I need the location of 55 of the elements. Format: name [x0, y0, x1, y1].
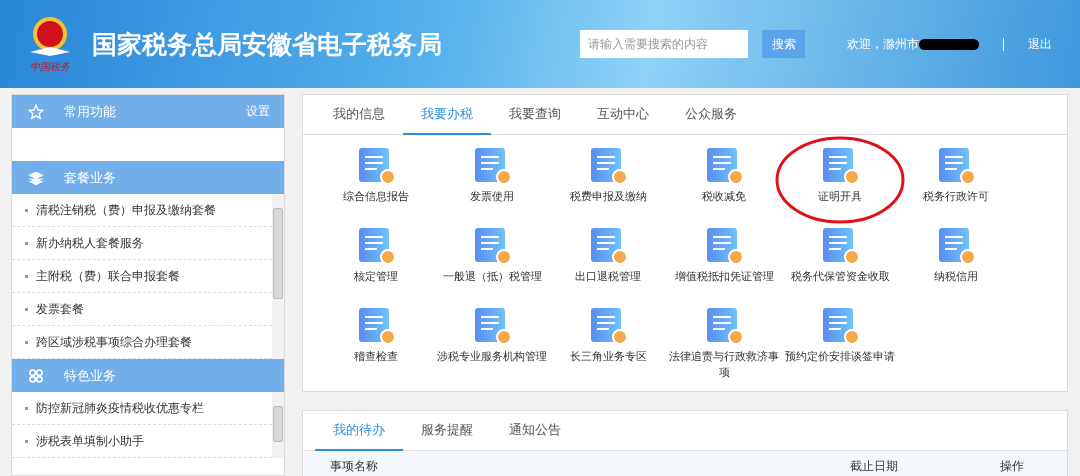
tab[interactable]: 互动中心 [579, 95, 667, 135]
section-title: 常用功能 [64, 102, 117, 121]
tab[interactable]: 服务提醒 [403, 411, 491, 451]
service-item[interactable]: 发票使用 [434, 147, 550, 225]
document-icon [588, 147, 628, 185]
document-icon [588, 307, 628, 345]
document-icon [936, 227, 976, 265]
service-item[interactable]: 税收减免 [666, 147, 782, 225]
service-item[interactable]: 核定管理 [318, 227, 434, 305]
section-title: 特色业务 [64, 366, 117, 385]
service-item[interactable]: 长三角业务专区 [550, 307, 666, 385]
service-item[interactable]: 综合信息报告 [318, 147, 434, 225]
logo-caption: 中国税务 [30, 60, 70, 74]
search-field[interactable]: 请输入需要搜索的内容 [580, 30, 748, 58]
service-item[interactable]: 税费申报及缴纳 [550, 147, 666, 225]
scrollbar[interactable] [272, 392, 284, 458]
service-item[interactable]: 一般退（抵）税管理 [434, 227, 550, 305]
service-item[interactable]: 纳税信用 [898, 227, 1014, 305]
service-item[interactable]: 涉税专业服务机构管理 [434, 307, 550, 385]
service-item[interactable]: 稽查检查 [318, 307, 434, 385]
service-item[interactable]: 出口退税管理 [550, 227, 666, 305]
document-icon [472, 307, 512, 345]
tab[interactable]: 我要办税 [403, 95, 491, 135]
tab[interactable]: 通知公告 [491, 411, 579, 451]
column-header: 操作 [1000, 457, 1025, 475]
tab[interactable]: 我的信息 [315, 95, 403, 135]
scrollbar[interactable] [272, 194, 284, 359]
clover-icon [28, 367, 44, 384]
column-header: 事项名称 [330, 457, 379, 475]
service-item[interactable]: 税务代保管资金收取 [782, 227, 898, 305]
section-title: 套餐业务 [64, 168, 117, 187]
service-item[interactable]: 法律追责与行政救济事项 [666, 307, 782, 385]
service-item[interactable]: 税务行政许可 [898, 147, 1014, 225]
document-icon [472, 147, 512, 185]
document-icon [704, 307, 744, 345]
tab[interactable]: 公众服务 [667, 95, 755, 135]
document-icon [356, 307, 396, 345]
service-item[interactable]: 增值税抵扣凭证管理 [666, 227, 782, 305]
tab[interactable]: 我要查询 [491, 95, 579, 135]
document-icon [820, 147, 860, 185]
welcome-text: 欢迎，滁州市 [847, 35, 919, 53]
layers-icon [28, 169, 44, 186]
column-header: 截止日期 [850, 457, 899, 475]
document-icon [356, 147, 396, 185]
star-icon [28, 103, 44, 120]
document-icon [820, 307, 860, 345]
document-icon [588, 227, 628, 265]
document-icon [704, 147, 744, 185]
document-icon [936, 147, 976, 185]
service-item[interactable]: 预约定价安排谈签申请 [782, 307, 898, 385]
document-icon [356, 227, 396, 265]
document-icon [820, 227, 860, 265]
document-icon [704, 227, 744, 265]
site-title: 国家税务总局安徽省电子税务局 [92, 28, 442, 61]
document-icon [472, 227, 512, 265]
